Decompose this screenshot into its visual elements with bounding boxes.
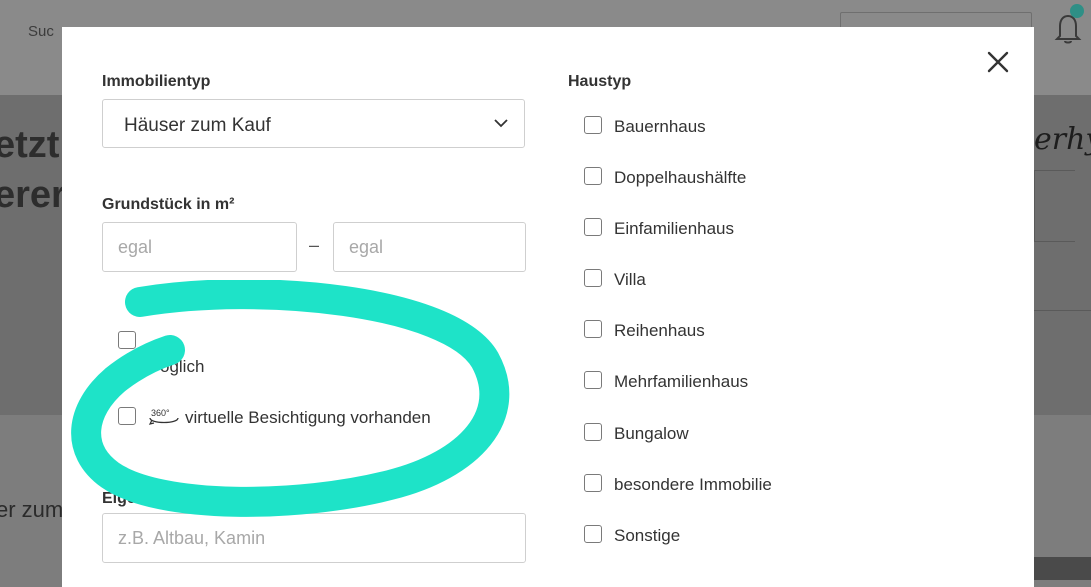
background-header-text: Suc <box>28 23 54 40</box>
background-hero-title: etzt erer <box>0 120 66 220</box>
house-type-checkbox[interactable] <box>584 371 602 389</box>
background-corner-block <box>1034 557 1091 580</box>
house-type-option-label: Reihenhaus <box>614 321 705 340</box>
hidden-option-checkbox[interactable] <box>118 331 136 349</box>
plot-size-max-input[interactable] <box>333 222 526 272</box>
background-hero-line: erer <box>0 174 66 216</box>
house-type-option-label: Bungalow <box>614 424 689 443</box>
background-lower-text: er zum <box>0 497 64 522</box>
background-panel <box>1034 170 1075 242</box>
property-type-label: Immobilientyp <box>102 73 211 90</box>
house-type-checkbox[interactable] <box>584 167 602 185</box>
range-separator: – <box>309 235 320 255</box>
house-type-option-label: Bauernhaus <box>614 117 706 136</box>
virtual-tour-360-text: 360° <box>151 408 170 418</box>
house-type-checkbox[interactable] <box>584 218 602 236</box>
house-type-option-label: Mehrfamilienhaus <box>614 372 749 391</box>
house-type-label: Haustyp <box>568 73 632 90</box>
house-type-checkbox[interactable] <box>584 423 602 441</box>
house-type-option-label: Einfamilienhaus <box>614 219 735 238</box>
background-brand-text: erhy <box>1034 122 1091 157</box>
house-type-option-label: Sonstige <box>614 526 681 545</box>
property-type-select[interactable]: Häuser zum Kauf <box>102 99 525 148</box>
house-type-checkbox[interactable] <box>584 116 602 134</box>
background-hero-line: etzt <box>0 124 60 166</box>
notification-badge <box>1070 4 1084 18</box>
house-type-checkbox[interactable] <box>584 320 602 338</box>
house-type-checkbox[interactable] <box>584 525 602 543</box>
virtual-tour-label: virtuelle Besichtigung vorhanden <box>185 408 431 427</box>
close-icon[interactable] <box>985 49 1011 75</box>
plot-size-min-input[interactable] <box>102 222 297 272</box>
house-type-option-label: besondere Immobilie <box>614 475 772 494</box>
house-type-checkbox[interactable] <box>584 269 602 287</box>
virtual-tour-360-icon: 360° <box>148 408 179 425</box>
property-type-value: Häuser zum Kauf <box>124 115 271 136</box>
hidden-option-label: öglich <box>160 357 205 376</box>
house-type-option-label: Doppelhaushälfte <box>614 168 747 187</box>
plot-size-label: Grundstück in m² <box>102 196 235 213</box>
virtual-tour-checkbox[interactable] <box>118 407 136 425</box>
features-label: Eige <box>102 490 136 507</box>
chevron-down-icon <box>494 119 508 128</box>
house-type-option-label: Villa <box>614 270 646 289</box>
background-divider <box>1034 310 1091 311</box>
house-type-checkbox[interactable] <box>584 474 602 492</box>
features-input[interactable] <box>102 513 526 563</box>
